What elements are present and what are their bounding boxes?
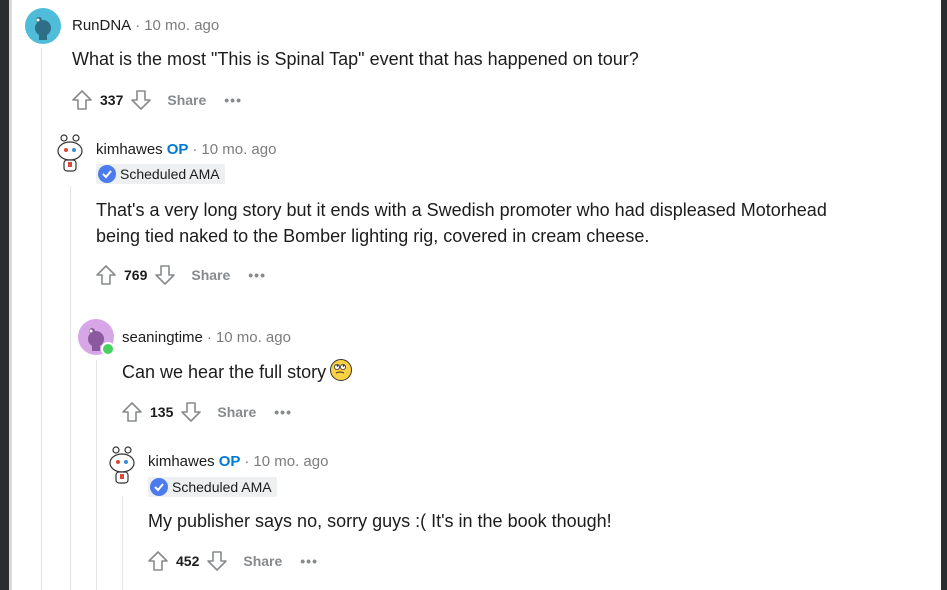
share-button[interactable]: Share — [243, 553, 282, 569]
timestamp[interactable]: 10 mo. ago — [201, 141, 276, 158]
meta-separator: · — [244, 453, 250, 470]
user-flair: Scheduled AMA — [148, 477, 277, 497]
comment-body-line-2: being tied naked to the Bomber lighting … — [96, 226, 650, 246]
downvote-icon — [155, 265, 176, 285]
window-left-edge — [0, 0, 12, 590]
comment-actions: 135 Share ••• — [120, 400, 292, 424]
author-name[interactable]: seaningtime — [122, 329, 203, 346]
comment-meta: kimhawes OP · 10 mo. ago — [148, 453, 328, 470]
comment-actions: 769 Share ••• — [94, 263, 266, 287]
op-badge: OP — [218, 453, 241, 470]
comment-meta: kimhawes OP · 10 mo. ago — [96, 141, 276, 158]
avatar[interactable] — [104, 446, 140, 484]
share-button[interactable]: Share — [217, 404, 256, 420]
upvote-button[interactable] — [146, 549, 170, 573]
verified-check-icon — [150, 478, 168, 496]
upvote-icon — [122, 402, 142, 422]
snoo-avatar-icon — [35, 17, 51, 40]
thread-line-level-1[interactable] — [70, 186, 71, 590]
author-name[interactable]: RunDNA — [72, 17, 131, 34]
comment-body-line-1: That's a very long story but it ends wit… — [96, 200, 827, 220]
flair-label: Scheduled AMA — [172, 479, 272, 495]
share-button[interactable]: Share — [191, 267, 230, 283]
snoo-avatar-icon — [109, 446, 135, 484]
downvote-icon — [131, 90, 152, 110]
thread-line-level-0[interactable] — [41, 48, 42, 590]
more-options-button[interactable]: ••• — [248, 267, 266, 283]
rolling-eyes-emoji-icon — [330, 359, 353, 381]
user-flair: Scheduled AMA — [96, 164, 225, 184]
downvote-icon — [181, 402, 202, 422]
comment-body: What is the most "This is Spinal Tap" ev… — [72, 49, 639, 69]
upvote-icon — [148, 551, 168, 571]
verified-check-icon — [98, 165, 116, 183]
avatar[interactable] — [52, 134, 88, 172]
meta-separator: · — [206, 329, 212, 346]
downvote-button[interactable] — [129, 88, 153, 112]
more-options-button[interactable]: ••• — [300, 553, 318, 569]
upvote-button[interactable] — [94, 263, 118, 287]
downvote-icon — [207, 551, 228, 571]
comment-actions: 337 Share ••• — [70, 88, 242, 112]
downvote-button[interactable] — [179, 400, 203, 424]
author-name[interactable]: kimhawes — [148, 453, 215, 470]
meta-separator: · — [192, 141, 198, 158]
thread-line-level-3[interactable] — [122, 496, 123, 590]
meta-separator: · — [135, 17, 141, 34]
timestamp[interactable]: 10 mo. ago — [144, 17, 219, 34]
op-badge: OP — [166, 141, 189, 158]
online-status-indicator — [101, 342, 115, 356]
avatar[interactable] — [25, 8, 61, 44]
comment-meta: seaningtime · 10 mo. ago — [122, 329, 291, 346]
flair-label: Scheduled AMA — [120, 166, 220, 182]
comment-body-text: Can we hear the full story — [122, 362, 327, 382]
timestamp[interactable]: 10 mo. ago — [216, 329, 291, 346]
vote-count: 337 — [100, 92, 124, 108]
more-options-button[interactable]: ••• — [274, 404, 292, 420]
thread-line-level-2[interactable] — [96, 360, 97, 590]
comment-meta: RunDNA · 10 mo. ago — [72, 17, 219, 34]
snoo-avatar-icon — [57, 134, 83, 172]
author-name[interactable]: kimhawes — [96, 141, 163, 158]
more-options-button[interactable]: ••• — [224, 92, 242, 108]
upvote-icon — [72, 90, 92, 110]
vote-count: 135 — [150, 404, 174, 420]
comment-actions: 452 Share ••• — [146, 549, 318, 573]
share-button[interactable]: Share — [167, 92, 206, 108]
downvote-button[interactable] — [205, 549, 229, 573]
comment-body: My publisher says no, sorry guys :( It's… — [148, 511, 612, 531]
downvote-button[interactable] — [153, 263, 177, 287]
window-right-edge — [941, 0, 947, 590]
upvote-icon — [96, 265, 116, 285]
comment-body: Can we hear the full story — [122, 359, 353, 385]
timestamp[interactable]: 10 mo. ago — [253, 453, 328, 470]
upvote-button[interactable] — [120, 400, 144, 424]
vote-count: 452 — [176, 553, 200, 569]
upvote-button[interactable] — [70, 88, 94, 112]
vote-count: 769 — [124, 267, 148, 283]
